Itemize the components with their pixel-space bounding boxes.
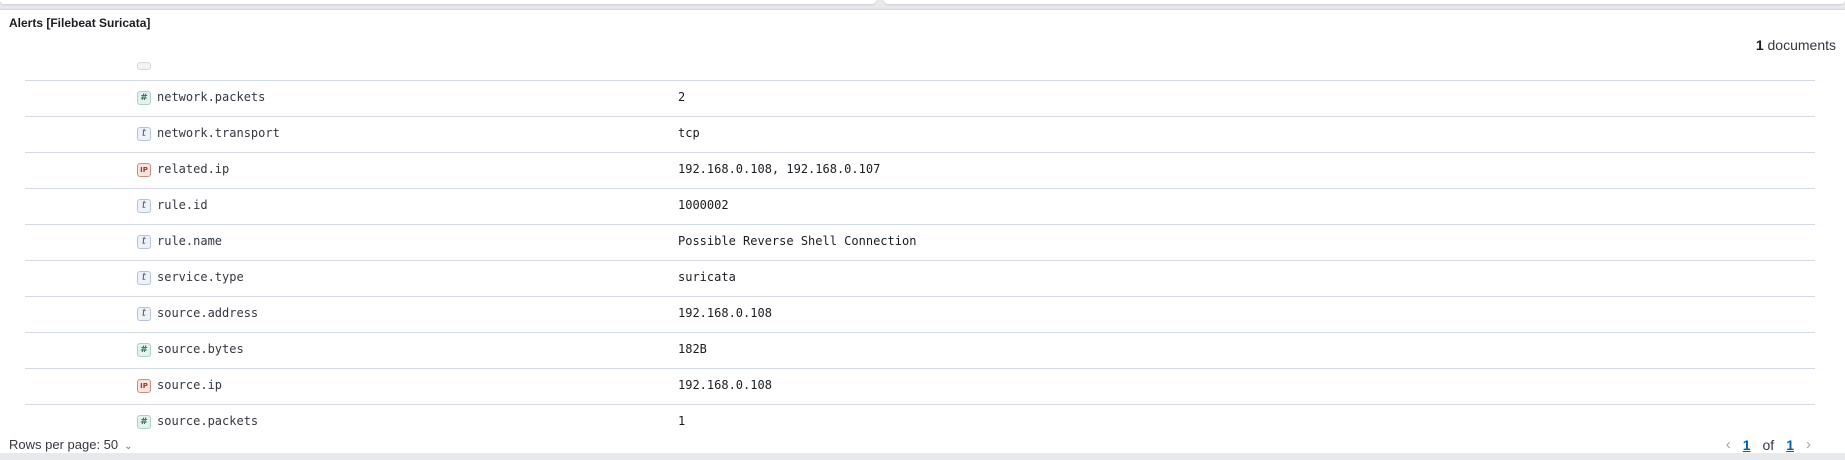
table-footer: Rows per page: 50 ⌄ ‹ 1 of 1 › bbox=[0, 428, 1845, 454]
table-row bbox=[25, 46, 1815, 81]
top-panel-left bbox=[0, 0, 876, 4]
pagination-of-label: of bbox=[1762, 436, 1775, 453]
field-value: 192.168.0.108, 192.168.0.107 bbox=[678, 162, 881, 176]
field-name[interactable]: related.ip bbox=[157, 162, 229, 176]
number-type-icon: # bbox=[137, 343, 151, 357]
string-type-icon: t bbox=[137, 199, 151, 213]
pagination: ‹ 1 of 1 › bbox=[1726, 436, 1811, 453]
arrow-left-icon[interactable]: ‹ bbox=[1726, 436, 1731, 453]
field-name[interactable]: service.type bbox=[157, 270, 244, 284]
field-value: 192.168.0.108 bbox=[678, 378, 772, 392]
page-bottom-strip bbox=[0, 453, 1845, 460]
table-row: t source.address 192.168.0.108 bbox=[25, 297, 1815, 333]
field-value: 1 bbox=[678, 414, 686, 428]
ip-type-icon: IP bbox=[137, 379, 151, 393]
rows-per-page-label: Rows per page: 50 bbox=[9, 437, 119, 452]
field-value: 2 bbox=[678, 90, 686, 104]
string-type-icon: t bbox=[137, 235, 151, 249]
field-name[interactable]: rule.name bbox=[157, 234, 222, 248]
field-value: tcp bbox=[678, 126, 700, 140]
chevron-down-icon: ⌄ bbox=[124, 441, 133, 452]
alerts-panel: Alerts [Filebeat Suricata] 1 documents #… bbox=[0, 9, 1845, 454]
table-row: IP source.ip 192.168.0.108 bbox=[25, 369, 1815, 405]
string-type-icon: t bbox=[137, 127, 151, 141]
table-row: # source.bytes 182B bbox=[25, 333, 1815, 369]
field-value: 182B bbox=[678, 342, 707, 356]
string-type-icon: t bbox=[137, 271, 151, 285]
number-type-icon: # bbox=[137, 91, 151, 105]
field-value: 1000002 bbox=[678, 198, 729, 212]
document-fields-table: # network.packets 2 t network.transport … bbox=[25, 46, 1815, 440]
field-value: Possible Reverse Shell Connection bbox=[678, 234, 917, 248]
arrow-right-icon[interactable]: › bbox=[1806, 436, 1811, 453]
field-name[interactable]: source.bytes bbox=[157, 342, 244, 356]
field-name[interactable]: rule.id bbox=[157, 198, 208, 212]
table-row: # network.packets 2 bbox=[25, 81, 1815, 117]
field-name[interactable]: network.packets bbox=[157, 90, 265, 104]
field-value: 192.168.0.108 bbox=[678, 306, 772, 320]
field-type-icon bbox=[137, 62, 151, 70]
top-panel-right bbox=[884, 0, 1845, 4]
field-value: suricata bbox=[678, 270, 736, 284]
panel-title: Alerts [Filebeat Suricata] bbox=[9, 16, 151, 30]
number-type-icon: # bbox=[137, 415, 151, 429]
table-row: t service.type suricata bbox=[25, 261, 1815, 297]
table-row: t rule.id 1000002 bbox=[25, 189, 1815, 225]
total-pages-link[interactable]: 1 bbox=[1786, 437, 1794, 453]
current-page-link[interactable]: 1 bbox=[1743, 437, 1751, 453]
ip-type-icon: IP bbox=[137, 163, 151, 177]
string-type-icon: t bbox=[137, 307, 151, 321]
field-name[interactable]: source.ip bbox=[157, 378, 222, 392]
table-row: IP related.ip 192.168.0.108, 192.168.0.1… bbox=[25, 153, 1815, 189]
field-name[interactable]: source.packets bbox=[157, 414, 258, 428]
table-row: t network.transport tcp bbox=[25, 117, 1815, 153]
field-name[interactable]: network.transport bbox=[157, 126, 280, 140]
table-row: t rule.name Possible Reverse Shell Conne… bbox=[25, 225, 1815, 261]
field-name[interactable]: source.address bbox=[157, 306, 258, 320]
rows-per-page-button[interactable]: Rows per page: 50 ⌄ bbox=[9, 437, 133, 452]
